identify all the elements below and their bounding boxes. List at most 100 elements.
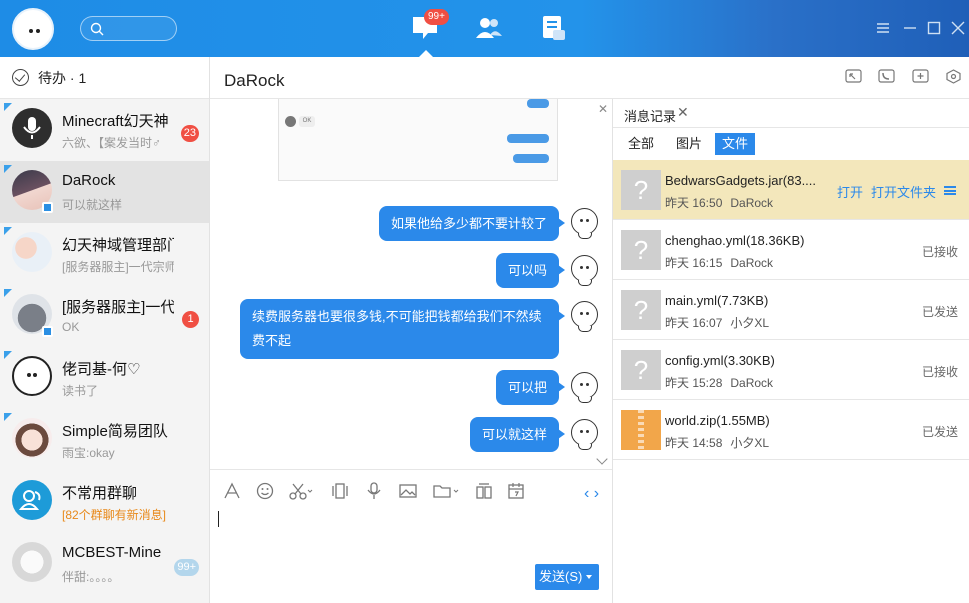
todo-bar[interactable]: 待办 · 1 xyxy=(0,57,209,99)
apps-icon[interactable] xyxy=(539,14,569,42)
contact-preview: OK xyxy=(62,320,80,334)
close-icon[interactable]: ✕ xyxy=(598,102,608,116)
file-name: chenghao.yml(18.36KB) xyxy=(665,233,805,248)
file-status: 已接收 xyxy=(921,245,958,259)
message-bubble[interactable]: 可以吗 xyxy=(495,253,566,288)
message-list[interactable]: OK ✕ 如果他给多少都不要计较了 可以吗 续费服务器也要很多钱,不可能把钱都给… xyxy=(210,99,612,469)
pin-marker xyxy=(4,413,12,421)
calendar-icon[interactable] xyxy=(506,481,526,501)
file-status: 已接收 xyxy=(921,365,958,379)
sender-avatar xyxy=(571,255,598,286)
contact-name: MCBEST-Mine xyxy=(62,544,162,561)
search-box[interactable] xyxy=(80,16,177,41)
message-bubble[interactable]: 续费服务器也要很多钱,不可能把钱都给我们不然续费不起 xyxy=(240,299,565,359)
scissors-icon[interactable] xyxy=(288,481,314,501)
file-name: world.zip(1.55MB) xyxy=(665,413,770,428)
contact-name: 佬司基-何♡ xyxy=(62,361,141,378)
contact-item[interactable]: Simple简易团队 雨宝:okay xyxy=(0,409,209,471)
image-message[interactable]: OK xyxy=(278,99,558,181)
send-button[interactable]: 发送(S) xyxy=(535,564,599,590)
avatar xyxy=(12,356,52,396)
contact-name: Simple简易团队 xyxy=(62,423,168,440)
sender-avatar xyxy=(571,419,598,450)
phone-icon[interactable] xyxy=(878,69,895,84)
pin-marker xyxy=(4,351,12,359)
contact-preview: [服务器服主]一代宗师:@: xyxy=(62,260,174,274)
open-folder-link[interactable]: 打开文件夹 xyxy=(871,182,936,201)
group-icon xyxy=(18,490,41,510)
unread-count: 23 xyxy=(180,125,199,142)
unknown-file-icon: ? xyxy=(621,290,661,330)
thumbnail-bubble xyxy=(507,134,549,143)
message-bubble[interactable]: 可以就这样 xyxy=(469,417,566,452)
contacts-icon[interactable] xyxy=(474,14,504,42)
file-sender: DaRock xyxy=(730,256,774,270)
contact-preview: 读书了 xyxy=(62,384,99,398)
contact-name: [服务器服主]一代 xyxy=(62,299,174,316)
file-row[interactable]: ? main.yml(7.73KB) 昨天 16:07 小夕XL 已发送 xyxy=(613,280,969,340)
voice-icon[interactable] xyxy=(364,481,384,501)
minimize-icon[interactable] xyxy=(902,20,918,36)
contact-item[interactable]: 不常用群聊 [82个群聊有新消息] xyxy=(0,471,209,533)
pin-marker xyxy=(4,227,12,235)
message-bubble[interactable]: 可以把 xyxy=(495,370,566,405)
folder-icon[interactable] xyxy=(432,481,460,501)
contact-item[interactable]: [服务器服主]一代 OK 1 xyxy=(0,285,209,347)
message-bubble[interactable]: 如果他给多少都不要计较了 xyxy=(378,206,566,241)
top-bar: 99+ xyxy=(0,0,969,57)
send-options-icon[interactable] xyxy=(586,575,592,579)
shake-icon[interactable] xyxy=(330,481,350,501)
scroll-down-icon[interactable] xyxy=(596,453,608,465)
toolbar-divider xyxy=(210,469,612,470)
file-time: 昨天 16:50 xyxy=(665,196,723,210)
file-sender: DaRock xyxy=(730,196,774,210)
image-icon[interactable] xyxy=(398,481,418,501)
screen-share-icon[interactable] xyxy=(845,69,862,84)
add-member-icon[interactable] xyxy=(912,69,929,84)
pin-marker xyxy=(4,165,12,173)
file-time: 昨天 16:07 xyxy=(665,316,723,330)
open-file-link[interactable]: 打开 xyxy=(837,182,863,201)
file-sender: 小夕XL xyxy=(730,436,770,450)
contact-item[interactable]: MCBEST-Mine 伴甜:。。。。 99+ xyxy=(0,533,209,595)
contact-preview: [82个群聊有新消息] xyxy=(62,508,167,522)
contact-item[interactable]: 幻天神域管理部门群 [服务器服主]一代宗师:@: xyxy=(0,223,209,285)
maximize-icon[interactable] xyxy=(926,20,942,36)
file-row[interactable]: ? config.yml(3.30KB) 昨天 15:28 DaRock 已接收 xyxy=(613,340,969,400)
history-tab[interactable]: 消息记录 xyxy=(624,106,676,125)
file-time: 昨天 14:58 xyxy=(665,436,723,450)
message-input[interactable] xyxy=(218,511,219,527)
file-menu-icon[interactable] xyxy=(944,186,956,195)
file-status: 已发送 xyxy=(921,305,958,319)
device-status-icon xyxy=(42,202,53,213)
contact-item[interactable]: DaRock 可以就这样 xyxy=(0,161,209,223)
unknown-file-icon: ? xyxy=(621,350,661,390)
contact-preview: 伴甜:。。。。 xyxy=(62,570,120,584)
search-icon xyxy=(90,22,104,36)
contact-item[interactable]: 佬司基-何♡ 读书了 xyxy=(0,347,209,409)
emoji-icon[interactable] xyxy=(255,481,275,501)
font-icon[interactable] xyxy=(222,481,242,501)
file-time: 昨天 16:15 xyxy=(665,256,723,270)
menu-icon[interactable] xyxy=(875,20,891,36)
close-icon[interactable] xyxy=(950,20,966,36)
todo-check-icon xyxy=(12,69,29,86)
filter-files[interactable]: 文件 xyxy=(715,133,756,155)
file-row[interactable]: world.zip(1.55MB) 昨天 14:58 小夕XL 已发送 xyxy=(613,400,969,460)
file-row[interactable]: ? BedwarsGadgets.jar(83.... 昨天 16:50 DaRo… xyxy=(613,160,969,220)
toggle-history-icon[interactable]: ‹ › xyxy=(584,485,599,503)
filter-images[interactable]: 图片 xyxy=(669,133,709,155)
user-avatar[interactable] xyxy=(12,8,54,50)
file-meta: 昨天 14:58 小夕XL xyxy=(665,434,769,451)
close-icon[interactable]: ✕ xyxy=(677,104,689,121)
contact-item[interactable]: Minecraft幻天神 六欲、【案发当时♂ 23 xyxy=(0,99,209,161)
filter-all[interactable]: 全部 xyxy=(621,133,661,155)
avatar xyxy=(12,542,52,582)
chat-title: DaRock xyxy=(224,71,285,90)
settings-icon[interactable] xyxy=(945,69,962,84)
send-label: 发送(S) xyxy=(539,569,583,584)
gift-icon[interactable] xyxy=(474,481,494,501)
file-meta: 昨天 16:50 DaRock xyxy=(665,194,773,211)
file-row[interactable]: ? chenghao.yml(18.36KB) 昨天 16:15 DaRock 已… xyxy=(613,220,969,280)
active-tab-indicator xyxy=(419,50,433,57)
